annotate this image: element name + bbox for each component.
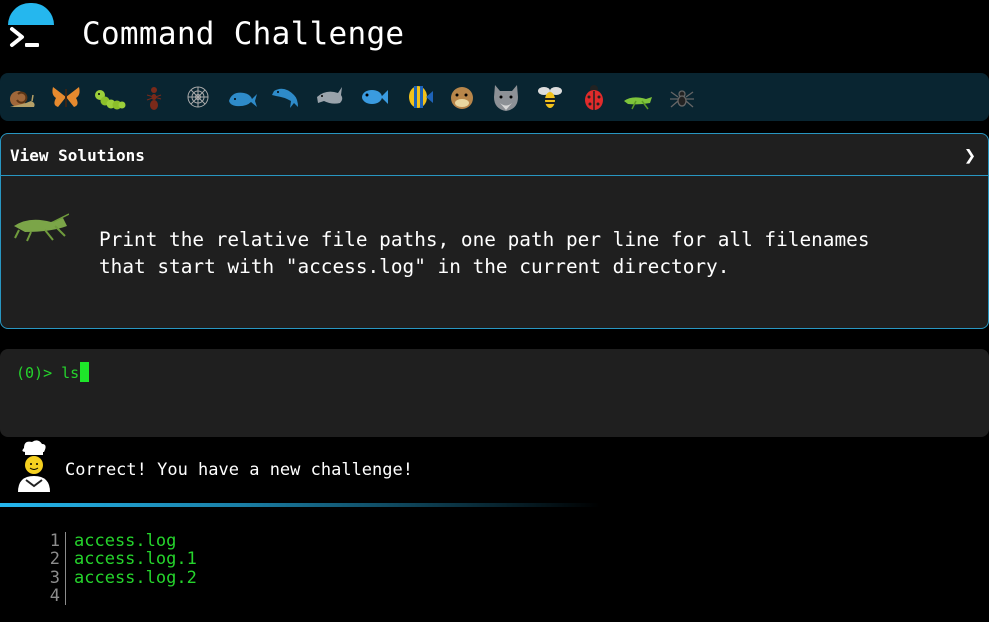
chef-icon <box>18 440 50 492</box>
terminal-prompt: (0)> <box>16 364 62 382</box>
cricket-icon <box>14 213 69 242</box>
pufferfish-icon[interactable] <box>445 79 479 115</box>
output-text: access.log.2 <box>74 567 197 588</box>
app-header: Command Challenge <box>0 0 989 72</box>
feedback-row: Correct! You have a new challenge! <box>0 438 989 500</box>
challenge-panel: View Solutions ❯ Print the relative file… <box>0 133 989 329</box>
command-output: 1 access.log 2 access.log.1 3 access.log.2 … <box>40 532 197 605</box>
bee-icon[interactable] <box>533 79 567 115</box>
terminal-line: (0)> ls <box>16 362 90 382</box>
chevron-right-icon: ❯ <box>963 143 976 167</box>
butterfly-icon[interactable] <box>49 79 83 115</box>
output-line: 2 access.log.1 <box>40 549 197 570</box>
header-accent-arc <box>8 3 54 25</box>
line-number: 4 <box>49 585 60 606</box>
section-divider <box>0 503 600 507</box>
tropical-fish-icon[interactable] <box>401 79 435 115</box>
output-line: 4 <box>40 587 197 605</box>
terminal-command: ls <box>61 364 80 382</box>
line-number: 3 <box>49 567 60 588</box>
view-solutions-label: View Solutions <box>10 146 145 165</box>
output-line: 3 access.log.2 <box>40 567 197 588</box>
dolphin-icon[interactable] <box>269 79 303 115</box>
challenge-level-strip <box>0 73 989 121</box>
output-text: access.log.1 <box>74 549 197 570</box>
snail-icon[interactable] <box>5 79 39 115</box>
wolf-icon[interactable] <box>489 79 523 115</box>
view-solutions-toggle[interactable]: View Solutions ❯ <box>1 134 988 176</box>
whale-icon[interactable] <box>225 79 259 115</box>
line-number: 2 <box>49 549 60 570</box>
fish-icon[interactable] <box>357 79 391 115</box>
ladybug-icon[interactable] <box>577 79 611 115</box>
terminal-prompt-icon <box>10 27 39 47</box>
caterpillar-icon[interactable] <box>93 79 127 115</box>
line-number: 1 <box>49 531 60 551</box>
challenge-description: Print the relative file paths, one path … <box>99 228 870 278</box>
spider-icon[interactable] <box>665 79 699 115</box>
feedback-message: Correct! You have a new challenge! <box>65 460 413 480</box>
cricket-icon[interactable] <box>621 79 655 115</box>
terminal-cursor <box>80 362 90 382</box>
page-title: Command Challenge <box>82 16 405 52</box>
spider-web-icon[interactable] <box>181 79 215 115</box>
terminal-input[interactable]: (0)> ls <box>0 349 989 437</box>
dolphin-gray-icon[interactable] <box>313 79 347 115</box>
ant-icon[interactable] <box>137 79 171 115</box>
output-line: 1 access.log <box>40 531 197 551</box>
output-text: access.log <box>74 531 177 551</box>
